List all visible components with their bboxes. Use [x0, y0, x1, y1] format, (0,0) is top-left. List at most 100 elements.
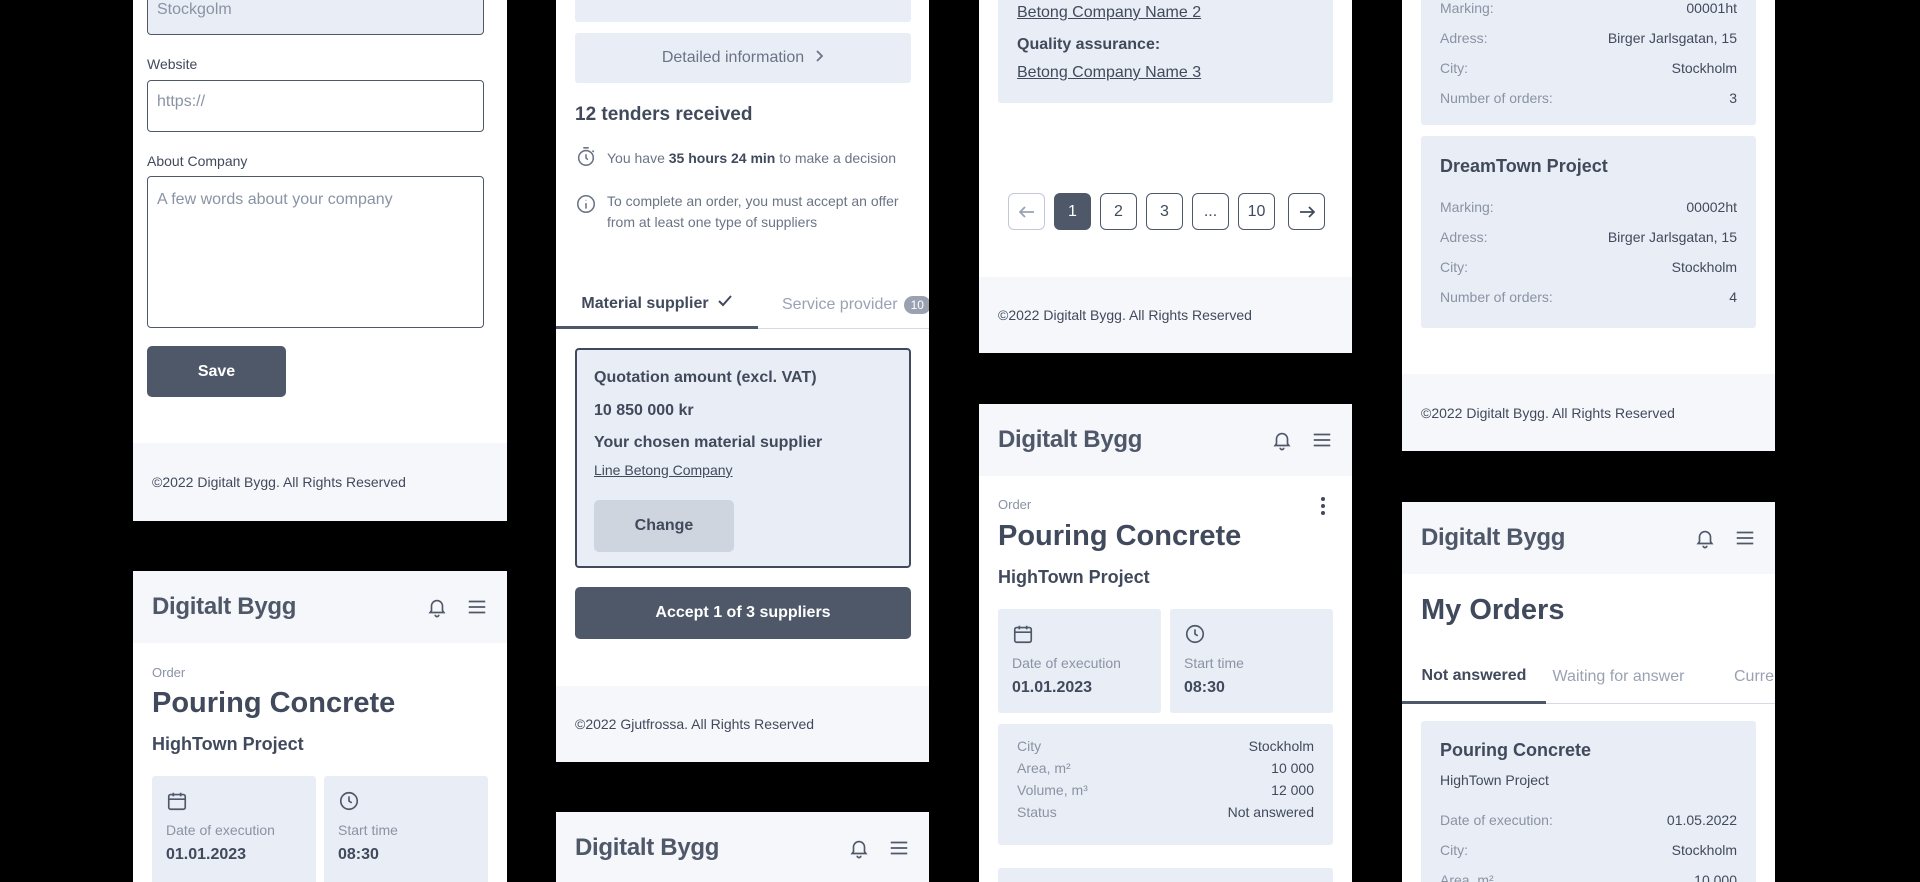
order-details-card: City Stockholm Area, m² 10 000 Volume, m³ 1…	[998, 724, 1333, 845]
change-button[interactable]: Change	[594, 500, 734, 552]
bell-icon[interactable]	[848, 837, 870, 859]
city-field[interactable]: Stockgolm	[147, 0, 484, 35]
row-value: 3	[1729, 90, 1737, 106]
detailed-info-button[interactable]: Detailed information	[575, 33, 911, 83]
footer: ©2022 Digitalt Bygg. All Rights Reserved	[1402, 374, 1775, 451]
timer-suffix: to make a decision	[775, 150, 896, 166]
logo: Digitalt Bygg	[152, 593, 297, 620]
calendar-icon	[166, 790, 188, 817]
suppliers-card: Betong Company Name 2 Quality assurance:…	[998, 0, 1333, 103]
detail-key: Volume, m³	[1017, 782, 1088, 798]
detail-row: City Stockholm	[1017, 738, 1314, 754]
tenders-heading: 12 tenders received	[575, 104, 753, 125]
footer-text: ©2022 Digitalt Bygg. All Rights Reserved	[998, 307, 1252, 323]
tab-label: Not answered	[1421, 666, 1527, 684]
row-value: Birger Jarlsgatan, 15	[1607, 30, 1737, 46]
detail-row: Area, m² 10 000	[1017, 760, 1314, 776]
logo: Digitalt Bygg	[998, 426, 1143, 453]
save-label: Save	[197, 362, 236, 380]
row-key: City:	[1440, 842, 1468, 858]
bell-icon[interactable]	[1271, 429, 1293, 451]
row-value: Stockholm	[1671, 259, 1737, 275]
menu-icon[interactable]	[1311, 429, 1333, 451]
tab-material-supplier[interactable]: Material supplier	[556, 281, 758, 329]
row-value: 01.05.2022	[1666, 812, 1737, 828]
page-number: 3	[1160, 202, 1169, 220]
page-button-3[interactable]: 3	[1146, 193, 1183, 230]
save-button[interactable]: Save	[147, 346, 286, 397]
company-form-screen: Stockgolm Website https:// About Company…	[133, 0, 507, 521]
suppliers-screen: Betong Company Name 2 Quality assurance:…	[979, 0, 1352, 353]
page-number: ...	[1203, 202, 1218, 220]
row-key: Number of orders:	[1440, 289, 1553, 305]
order-screen-left: Digitalt Bygg Order Pouring Concrete Hig…	[133, 571, 507, 882]
row-key: Marking:	[1440, 0, 1494, 16]
next-card-stub	[998, 868, 1333, 882]
more-options-icon[interactable]	[1320, 496, 1326, 521]
menu-icon[interactable]	[466, 596, 488, 618]
tab-label: Waiting for answer	[1552, 668, 1685, 685]
row-key: Number of orders:	[1440, 90, 1553, 106]
city-value: Stockgolm	[157, 1, 232, 18]
project-row: Number of orders: 4	[1440, 289, 1737, 305]
project-card-2[interactable]: DreamTown Project Marking: 00002ht Adress…	[1421, 136, 1756, 328]
calendar-icon	[1012, 623, 1034, 650]
bell-icon[interactable]	[426, 596, 448, 618]
page-button-1[interactable]: 1	[1054, 193, 1091, 230]
project-row: City: Stockholm	[1440, 259, 1737, 275]
header-screen-bottom: Digitalt Bygg	[556, 812, 929, 882]
project-card-1[interactable]: Marking: 00001ht Adress: Birger Jarlsgatan…	[1421, 0, 1756, 125]
date-value: 01.01.2023	[1012, 679, 1093, 696]
detail-value: 12 000	[1271, 782, 1314, 798]
row-value: 4	[1729, 289, 1737, 305]
project-title: DreamTown Project	[1440, 156, 1608, 176]
app-header: Digitalt Bygg	[133, 571, 507, 643]
tab-label: Curre	[1734, 668, 1775, 685]
about-textarea[interactable]: A few words about your company	[147, 176, 484, 328]
logo: Digitalt Bygg	[575, 834, 720, 861]
tab-waiting-for-answer[interactable]: Waiting for answer	[1546, 650, 1691, 704]
accept-button[interactable]: Accept 1 of 3 suppliers	[575, 587, 911, 639]
quote-label: Quotation amount (excl. VAT)	[594, 369, 817, 386]
row-key: Date of execution:	[1440, 812, 1553, 828]
stopwatch-icon	[575, 146, 597, 173]
row-key: Area, m²	[1440, 872, 1494, 882]
time-value: 08:30	[1184, 679, 1225, 696]
tab-material-label: Material supplier	[581, 294, 709, 312]
tab-service-provider[interactable]: Service provider 10	[758, 281, 929, 329]
order-card[interactable]: Pouring Concrete HighTown Project Date o…	[1421, 721, 1756, 882]
order-card-project: HighTown Project	[1440, 772, 1549, 788]
date-value: 01.01.2023	[166, 846, 247, 863]
page-button-10[interactable]: 10	[1238, 193, 1275, 230]
row-value: Stockholm	[1671, 842, 1737, 858]
chevron-right-icon	[814, 49, 824, 67]
company-link-2[interactable]: Betong Company Name 2	[1017, 4, 1201, 22]
order-label: Order	[998, 497, 1032, 512]
tab-not-answered[interactable]: Not answered	[1402, 650, 1546, 704]
next-page-button[interactable]	[1288, 193, 1325, 230]
tenders-screen: Detailed information 12 tenders received…	[556, 0, 929, 762]
chosen-supplier-link[interactable]: Line Betong Company	[594, 462, 733, 478]
change-label: Change	[634, 517, 694, 534]
time-value: 08:30	[338, 846, 379, 863]
order-screen-right: Digitalt Bygg Order Pouring Concrete Hig…	[979, 404, 1352, 882]
project-row: City: Stockholm	[1440, 60, 1737, 76]
project-row: Adress: Birger Jarlsgatan, 15	[1440, 229, 1737, 245]
website-input[interactable]: https://	[147, 80, 484, 132]
website-placeholder: https://	[157, 93, 206, 110]
footer: ©2022 Digitalt Bygg. All Rights Reserved	[133, 443, 507, 521]
detail-value: Stockholm	[1248, 738, 1314, 754]
tab-current[interactable]: Curre	[1734, 650, 1774, 704]
bell-icon[interactable]	[1694, 527, 1716, 549]
row-key: City:	[1440, 259, 1468, 275]
date-label: Date of execution	[166, 822, 275, 838]
row-key: Adress:	[1440, 30, 1488, 46]
menu-icon[interactable]	[1734, 527, 1756, 549]
time-label: Start time	[338, 822, 398, 838]
page-ellipsis[interactable]: ...	[1192, 193, 1229, 230]
menu-icon[interactable]	[888, 837, 910, 859]
page-button-2[interactable]: 2	[1100, 193, 1137, 230]
company-link-3[interactable]: Betong Company Name 3	[1017, 64, 1201, 82]
decision-timer: You have 35 hours 24 min to make a decis…	[607, 150, 896, 166]
prev-page-button[interactable]	[1008, 193, 1045, 230]
